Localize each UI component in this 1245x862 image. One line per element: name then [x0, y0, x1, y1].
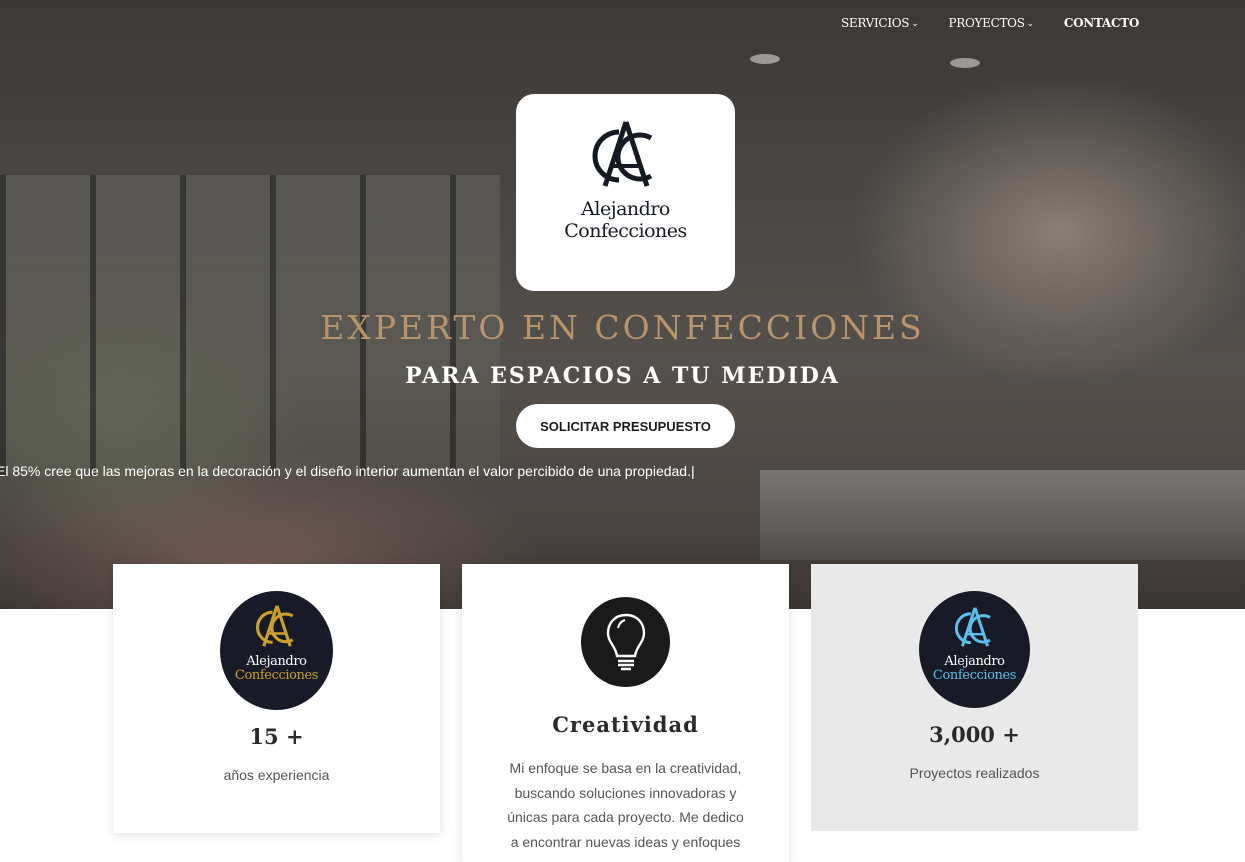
ac-monogram-icon: [592, 121, 652, 187]
stat-value: 15 +: [249, 724, 304, 749]
chevron-down-icon: ⌄: [911, 19, 919, 29]
lightbulb-icon: [581, 597, 670, 687]
ceiling-light: [750, 54, 780, 64]
stat-value: 3,000 +: [929, 722, 1020, 747]
logo-line-2: Confecciones: [564, 220, 687, 242]
hero-subtitle: PARA ESPACIOS A TU MEDIDA: [405, 363, 840, 389]
stat-card-projects: Alejandro Confecciones 3,000 + Proyectos…: [811, 564, 1138, 831]
nav-servicios[interactable]: SERVICIOS ⌄: [841, 16, 919, 30]
chevron-down-icon: ⌄: [1026, 19, 1035, 29]
nav-proyectos[interactable]: PROYECTOS ⌄: [948, 16, 1035, 30]
request-quote-button[interactable]: SOLICITAR PRESUPUESTO: [516, 404, 735, 448]
stat-label: Proyectos realizados: [909, 765, 1040, 781]
hero-background-kitchen: [760, 470, 1245, 560]
hero-section: SERVICIOS ⌄ PROYECTOS ⌄ CONTACTO Alejand…: [0, 0, 1245, 609]
feature-card-creativity: Creatividad Mi enfoque se basa en la cre…: [462, 564, 789, 862]
main-nav: SERVICIOS ⌄ PROYECTOS ⌄ CONTACTO: [841, 16, 1139, 30]
card-title: Creatividad: [552, 712, 699, 737]
ac-logo-gold-icon: Alejandro Confecciones: [220, 591, 333, 710]
ac-logo-blue-icon: Alejandro Confecciones: [919, 591, 1030, 708]
stat-label: años experiencia: [223, 767, 330, 783]
nav-contacto[interactable]: CONTACTO: [1064, 16, 1139, 30]
card-description: Mi enfoque se basa en la creatividad, bu…: [507, 760, 744, 862]
hero-title: EXPERTO EN CONFECCIONES: [320, 308, 925, 347]
hero-ticker-text: El 85% cree que las mejoras en la decora…: [0, 463, 695, 479]
brand-logo[interactable]: Alejandro Confecciones: [516, 94, 735, 291]
ceiling-light: [950, 58, 980, 68]
logo-line-1: Alejandro: [581, 198, 670, 220]
stat-card-experience: Alejandro Confecciones 15 + años experie…: [113, 564, 440, 833]
